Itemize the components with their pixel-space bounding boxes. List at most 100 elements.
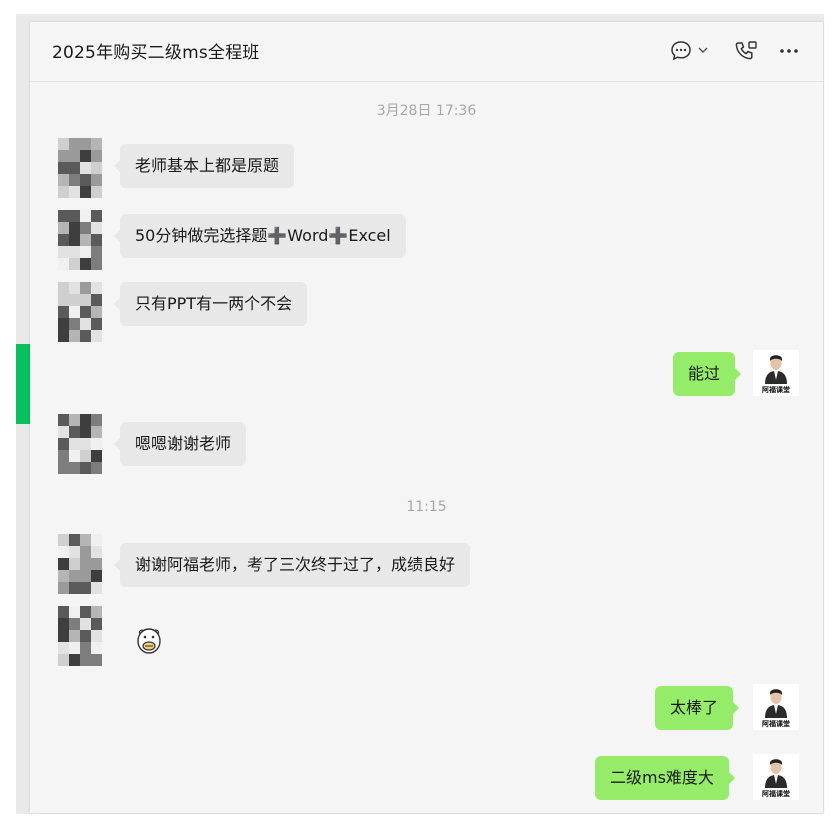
avatar-pixel xyxy=(80,282,91,294)
avatar-pixel xyxy=(58,606,69,618)
contact-avatar[interactable] xyxy=(58,210,102,270)
avatar-pixel xyxy=(91,414,102,426)
svg-text:阿福课堂: 阿福课堂 xyxy=(762,789,790,798)
chat-bubble-icon[interactable] xyxy=(670,40,692,62)
selected-chat-indicator xyxy=(16,344,30,424)
avatar-pixel xyxy=(58,438,69,450)
cartoon-sticker-icon[interactable] xyxy=(134,626,164,656)
avatar-pixel xyxy=(80,582,91,594)
avatar-pixel xyxy=(69,450,80,462)
outgoing-message[interactable]: 二级ms难度大 xyxy=(595,756,735,800)
avatar-pixel xyxy=(91,438,102,450)
avatar-pixel xyxy=(80,162,91,174)
avatar-pixel xyxy=(58,258,69,270)
contact-avatar[interactable] xyxy=(58,606,102,666)
avatar-pixel xyxy=(69,258,80,270)
avatar-pixel xyxy=(91,654,102,666)
avatar-pixel xyxy=(69,534,80,546)
contact-avatar[interactable] xyxy=(58,414,102,474)
chat-title: 2025年购买二级ms全程班 xyxy=(52,43,260,63)
avatar-pixel xyxy=(58,138,69,150)
avatar-pixel xyxy=(69,318,80,330)
avatar-pixel xyxy=(91,630,102,642)
incoming-message[interactable]: 老师基本上都是原题 xyxy=(113,144,295,188)
avatar-pixel xyxy=(91,618,102,630)
contact-avatar[interactable] xyxy=(58,138,102,198)
more-icon[interactable] xyxy=(778,42,800,60)
avatar-pixel xyxy=(91,258,102,270)
avatar-pixel xyxy=(80,174,91,186)
incoming-message[interactable]: 50分钟做完选择题➕Word➕Excel xyxy=(114,214,406,258)
avatar-pixel xyxy=(58,450,69,462)
avatar-pixel xyxy=(58,222,69,234)
avatar-pixel xyxy=(80,306,91,318)
timestamp: 11:15 xyxy=(406,499,447,515)
avatar-pixel xyxy=(58,654,69,666)
avatar-pixel xyxy=(80,546,91,558)
avatar-pixel xyxy=(91,162,102,174)
avatar-pixel xyxy=(91,150,102,162)
avatar-pixel xyxy=(58,162,69,174)
avatar-pixel xyxy=(58,618,69,630)
avatar-pixel xyxy=(69,222,80,234)
avatar-pixel xyxy=(69,210,80,222)
incoming-message[interactable]: 只有PPT有一两个不会 xyxy=(113,282,308,326)
avatar-pixel xyxy=(58,294,69,306)
avatar-pixel xyxy=(58,282,69,294)
avatar-pixel xyxy=(69,546,80,558)
avatar-pixel xyxy=(58,546,69,558)
contact-avatar[interactable] xyxy=(58,534,102,594)
incoming-message[interactable]: 谢谢阿福老师，考了三次终于过了，成绩良好 xyxy=(113,543,471,587)
avatar-pixel xyxy=(58,234,69,246)
chevron-down-icon[interactable] xyxy=(698,45,708,55)
avatar-pixel xyxy=(91,450,102,462)
avatar-pixel xyxy=(91,582,102,594)
avatar-pixel xyxy=(69,438,80,450)
timestamp: 3月28日 17:36 xyxy=(376,103,477,119)
avatar-pixel xyxy=(91,330,102,342)
avatar-pixel xyxy=(69,582,80,594)
avatar-pixel xyxy=(80,450,91,462)
avatar-pixel xyxy=(91,306,102,318)
avatar-pixel xyxy=(80,642,91,654)
avatar-pixel xyxy=(80,294,91,306)
avatar-pixel xyxy=(69,138,80,150)
my-avatar[interactable]: 阿福课堂 xyxy=(753,684,799,730)
my-avatar[interactable]: 阿福课堂 xyxy=(753,350,799,396)
avatar-pixel xyxy=(80,606,91,618)
outgoing-message[interactable]: 太棒了 xyxy=(655,686,740,730)
avatar-pixel xyxy=(58,570,69,582)
avatar-pixel xyxy=(58,534,69,546)
incoming-message[interactable]: 嗯嗯谢谢老师 xyxy=(113,422,247,466)
avatar-pixel xyxy=(58,210,69,222)
avatar-pixel xyxy=(91,210,102,222)
my-avatar[interactable]: 阿福课堂 xyxy=(753,754,799,800)
teacher-portrait-icon: 阿福课堂 xyxy=(753,754,799,800)
avatar-pixel xyxy=(80,426,91,438)
avatar-pixel xyxy=(80,234,91,246)
avatar-pixel xyxy=(58,630,69,642)
avatar-pixel xyxy=(69,150,80,162)
avatar-pixel xyxy=(69,174,80,186)
avatar-pixel xyxy=(69,162,80,174)
avatar-pixel xyxy=(80,462,91,474)
avatar-pixel xyxy=(69,558,80,570)
avatar-pixel xyxy=(69,330,80,342)
avatar-pixel xyxy=(91,642,102,654)
voice-call-icon[interactable] xyxy=(734,40,758,62)
avatar-pixel xyxy=(69,186,80,198)
avatar-pixel xyxy=(91,294,102,306)
avatar-pixel xyxy=(91,570,102,582)
teacher-portrait-icon: 阿福课堂 xyxy=(753,684,799,730)
chat-header: 2025年购买二级ms全程班 xyxy=(30,22,823,82)
svg-text:阿福课堂: 阿福课堂 xyxy=(762,719,790,728)
contact-avatar[interactable] xyxy=(58,282,102,342)
avatar-pixel xyxy=(58,246,69,258)
avatar-pixel xyxy=(91,318,102,330)
avatar-pixel xyxy=(58,150,69,162)
svg-text:阿福课堂: 阿福课堂 xyxy=(762,385,790,394)
avatar-pixel xyxy=(69,282,80,294)
avatar-pixel xyxy=(91,282,102,294)
outgoing-message[interactable]: 能过 xyxy=(673,352,742,396)
avatar-pixel xyxy=(69,414,80,426)
